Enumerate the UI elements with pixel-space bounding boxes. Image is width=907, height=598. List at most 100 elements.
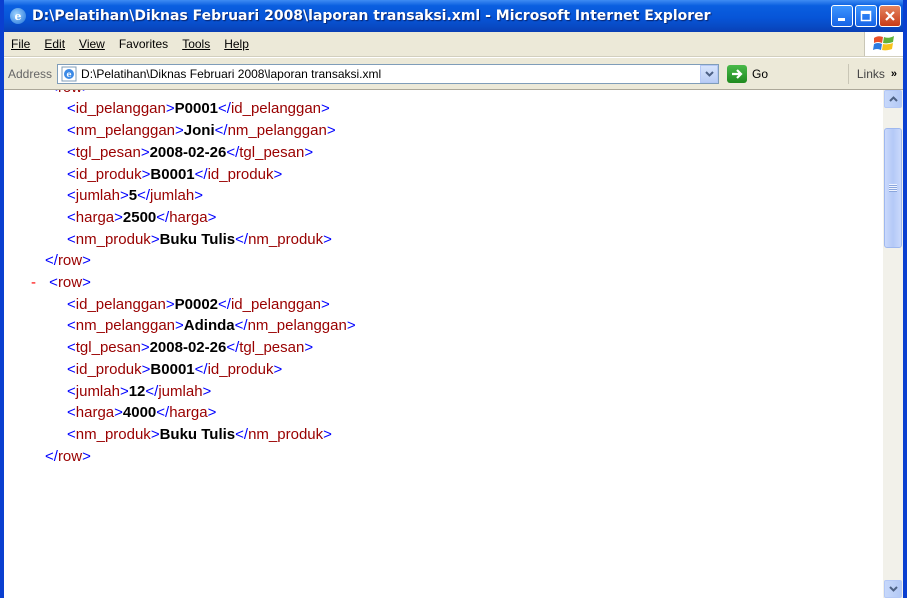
menu-bar: File Edit View Favorites Tools Help xyxy=(4,32,903,57)
xml-line-close: </row> xyxy=(45,447,91,465)
xml-tag-name: id_produk xyxy=(75,360,142,378)
title-bar[interactable]: e D:\Pelatihan\Diknas Februari 2008\lapo… xyxy=(4,0,903,32)
vertical-scrollbar[interactable] xyxy=(883,90,903,598)
xml-value: 2008-02-26 xyxy=(149,143,227,161)
xml-tag-name: tgl_pesan xyxy=(239,339,305,357)
xml-tag-name: jumlah xyxy=(150,187,195,205)
xml-line-elem: <jumlah>12</jumlah> xyxy=(67,382,212,400)
xml-tag-name: tgl_pesan xyxy=(75,143,141,161)
xml-line-elem: <id_produk>B0001</id_produk> xyxy=(67,360,283,378)
xml-tag-name: id_pelanggan xyxy=(75,295,166,313)
scroll-up-button[interactable] xyxy=(884,90,902,108)
xml-line-elem: <jumlah>5</jumlah> xyxy=(67,187,203,205)
chevron-down-icon xyxy=(704,70,714,77)
chevron-down-icon xyxy=(888,586,898,592)
xml-line-elem: <tgl_pesan>2008-02-26</tgl_pesan> xyxy=(67,339,314,357)
xml-tag-name: harga xyxy=(169,404,208,422)
address-dropdown-button[interactable] xyxy=(700,64,719,83)
xml-line-elem: <harga>4000</harga> xyxy=(67,404,217,422)
collapse-toggle[interactable]: - xyxy=(31,90,45,99)
go-label: Go xyxy=(752,66,769,81)
xml-value: 4000 xyxy=(122,404,157,422)
page-icon: e xyxy=(61,66,77,81)
xml-value: Joni xyxy=(183,122,215,140)
xml-value: 12 xyxy=(128,382,146,400)
xml-tag-name: tgl_pesan xyxy=(75,339,141,357)
maximize-button[interactable] xyxy=(855,5,877,27)
xml-tag-name: nm_produk xyxy=(248,230,324,248)
internet-explorer-icon[interactable]: e xyxy=(10,8,26,24)
xml-tag-name: id_pelanggan xyxy=(230,100,322,118)
xml-line-elem: <nm_pelanggan>Joni</nm_pelanggan> xyxy=(67,122,336,140)
xml-value: 2500 xyxy=(122,208,157,226)
xml-tag-name: harga xyxy=(169,208,208,226)
minimize-icon xyxy=(838,18,845,21)
xml-tag-name: tgl_pesan xyxy=(239,143,305,161)
xml-tag-name: harga xyxy=(75,404,115,422)
windows-logo-icon xyxy=(864,32,903,56)
links-label: Links xyxy=(856,66,885,81)
xml-tag-name: jumlah xyxy=(75,382,120,400)
xml-value: Adinda xyxy=(183,317,235,335)
xml-value: B0001 xyxy=(150,165,195,183)
menu-edit[interactable]: Edit xyxy=(37,37,72,51)
xml-tag-name: nm_pelanggan xyxy=(75,317,176,335)
maximize-icon xyxy=(860,10,872,22)
xml-tag-name: id_produk xyxy=(207,165,274,183)
xml-document-view: - <data>- <row><id_pelanggan>P0001</id_p… xyxy=(4,90,883,598)
xml-tag-name: nm_produk xyxy=(248,425,324,443)
xml-tag-name: id_pelanggan xyxy=(75,100,166,118)
xml-line-elem: <nm_pelanggan>Adinda</nm_pelanggan> xyxy=(67,317,356,335)
chevron-up-icon xyxy=(888,96,898,102)
xml-value: B0001 xyxy=(150,360,195,378)
xml-value: Buku Tulis xyxy=(159,230,236,248)
scroll-thumb[interactable] xyxy=(884,128,902,248)
svg-text:e: e xyxy=(66,69,71,79)
xml-value: 5 xyxy=(128,187,138,205)
xml-tag-name: row xyxy=(57,447,83,465)
address-field[interactable]: e D:\Pelatihan\Diknas Februari 2008\lapo… xyxy=(57,63,720,84)
xml-value: 2008-02-26 xyxy=(149,339,227,357)
xml-line-open[interactable]: - <row> xyxy=(31,90,91,99)
xml-tag-name: row xyxy=(57,274,83,291)
window-title: D:\Pelatihan\Diknas Februari 2008\lapora… xyxy=(32,8,711,24)
ie-window: e D:\Pelatihan\Diknas Februari 2008\lapo… xyxy=(0,0,907,598)
links-toolbar[interactable]: Links » xyxy=(847,63,903,84)
close-icon xyxy=(885,11,895,21)
xml-value: P0001 xyxy=(174,100,218,118)
xml-tag-name: nm_produk xyxy=(75,425,151,443)
go-button[interactable]: Go xyxy=(727,64,769,83)
close-button[interactable] xyxy=(879,5,901,27)
xml-tag-name: nm_pelanggan xyxy=(75,122,176,140)
address-label: Address xyxy=(8,66,53,81)
xml-line-elem: <id_produk>B0001</id_produk> xyxy=(67,165,283,183)
minimize-button[interactable] xyxy=(831,5,853,27)
xml-tag-name: id_produk xyxy=(207,360,274,378)
xml-value: P0002 xyxy=(174,295,218,313)
xml-value: Buku Tulis xyxy=(159,425,236,443)
xml-tag-name: nm_pelanggan xyxy=(247,317,347,335)
scroll-down-button[interactable] xyxy=(884,580,902,598)
xml-tag-name: row xyxy=(57,252,83,270)
menu-help[interactable]: Help xyxy=(217,37,256,51)
menu-tools[interactable]: Tools xyxy=(175,37,217,51)
chevron-right-icon[interactable]: » xyxy=(891,68,897,80)
xml-tag-name: nm_produk xyxy=(75,230,151,248)
xml-tag-name: row xyxy=(58,90,82,96)
xml-tag-name: id_produk xyxy=(75,165,142,183)
xml-tag-name: jumlah xyxy=(158,382,203,400)
xml-tag-name: id_pelanggan xyxy=(230,295,322,313)
xml-line-elem: <nm_produk>Buku Tulis</nm_produk> xyxy=(67,230,332,248)
xml-tag-name: harga xyxy=(75,208,115,226)
xml-line-close: </row> xyxy=(45,252,91,270)
xml-line-elem: <tgl_pesan>2008-02-26</tgl_pesan> xyxy=(67,143,314,161)
xml-line-elem: <nm_produk>Buku Tulis</nm_produk> xyxy=(67,425,332,443)
address-value: D:\Pelatihan\Diknas Februari 2008\lapora… xyxy=(81,66,382,81)
menu-favorites[interactable]: Favorites xyxy=(112,37,175,51)
address-bar: Address e D:\Pelatihan\Diknas Februari 2… xyxy=(4,57,903,90)
menu-view[interactable]: View xyxy=(72,37,112,51)
collapse-toggle[interactable]: - xyxy=(31,272,45,294)
xml-line-open[interactable]: - <row> xyxy=(31,272,91,294)
menu-file[interactable]: File xyxy=(4,37,37,51)
xml-tag-name: nm_pelanggan xyxy=(227,122,327,140)
